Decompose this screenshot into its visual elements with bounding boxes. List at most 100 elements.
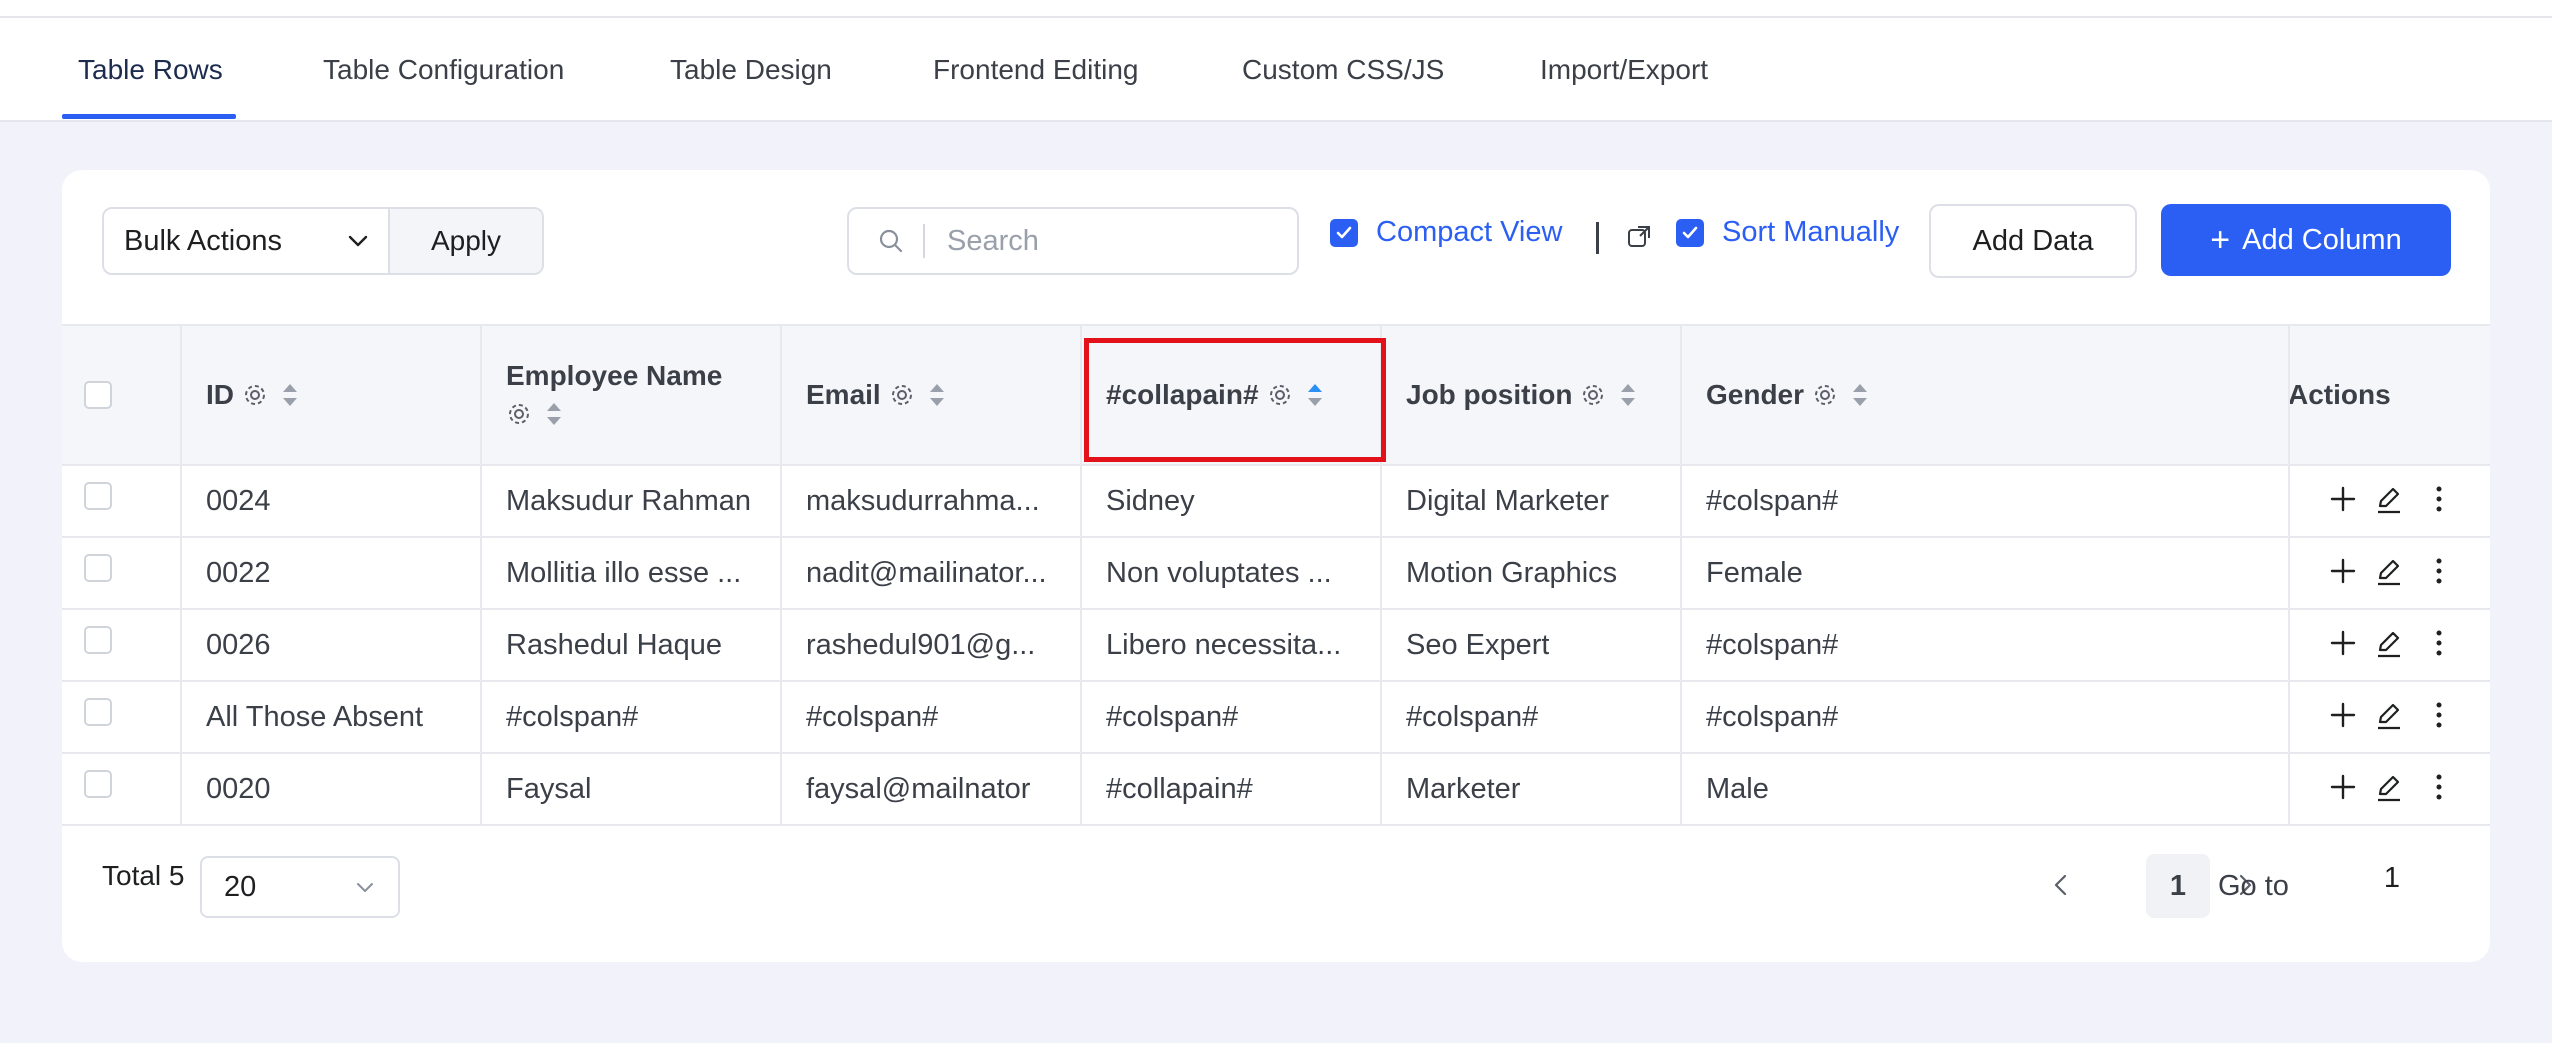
bulk-actions-label: Bulk Actions — [124, 224, 282, 257]
add-row-icon[interactable] — [2326, 698, 2360, 732]
row-checkbox[interactable] — [84, 626, 112, 654]
row-select[interactable] — [84, 538, 112, 608]
add-column-button[interactable]: + Add Column — [2161, 204, 2451, 276]
goto-page-input[interactable]: 1 — [2342, 862, 2442, 895]
table-row: 0026 Rashedul Haque rashedul901@g... Lib… — [62, 610, 2490, 682]
row-checkbox[interactable] — [84, 554, 112, 582]
add-data-button[interactable]: Add Data — [1929, 204, 2137, 278]
cell-email: nadit@mailinator... — [806, 556, 1047, 589]
row-checkbox[interactable] — [84, 698, 112, 726]
edit-icon[interactable] — [2372, 482, 2406, 516]
column-divider — [180, 324, 182, 826]
more-options-icon[interactable] — [2422, 770, 2456, 804]
cell-collapain: Non voluptates ... — [1106, 556, 1332, 589]
search-input[interactable] — [947, 224, 1277, 258]
active-tab-indicator — [62, 114, 236, 119]
tab-table-design[interactable]: Table Design — [670, 18, 832, 122]
gear-icon[interactable] — [506, 401, 532, 427]
gear-icon[interactable] — [1812, 382, 1838, 408]
compact-view-label: Compact View — [1376, 216, 1563, 248]
sort-icon[interactable] — [280, 381, 300, 409]
gear-icon[interactable] — [889, 382, 915, 408]
table-row: 0024 Maksudur Rahman maksudurrahma... Si… — [62, 466, 2490, 538]
cell-employee-name: Mollitia illo esse ... — [506, 556, 742, 589]
header-gender: Gender — [1706, 326, 1870, 464]
bulk-actions-select[interactable]: Bulk Actions — [104, 209, 390, 273]
more-options-icon[interactable] — [2422, 626, 2456, 660]
header-id: ID — [206, 326, 300, 464]
cell-collapain: Sidney — [1106, 484, 1195, 517]
cell-gender: #colspan# — [1706, 700, 1839, 733]
gear-icon[interactable] — [242, 382, 268, 408]
sort-manually-checkbox[interactable] — [1676, 218, 1704, 247]
header-employee-name-controls — [498, 396, 564, 432]
page-size-select[interactable]: 20 — [200, 856, 400, 918]
external-link-icon[interactable] — [1626, 224, 1652, 250]
cell-id: 0024 — [206, 484, 271, 517]
header-employee-name: Employee Name — [506, 358, 722, 394]
cell-employee-name: Rashedul Haque — [506, 628, 723, 661]
more-options-icon[interactable] — [2422, 482, 2456, 516]
goto-label: Go to — [2218, 870, 2289, 902]
cell-job-position: Marketer — [1406, 772, 1521, 805]
column-divider — [2288, 324, 2290, 826]
add-row-icon[interactable] — [2326, 626, 2360, 660]
edit-icon[interactable] — [2372, 626, 2406, 660]
column-divider — [1680, 324, 1682, 826]
sort-icon[interactable] — [1618, 381, 1638, 409]
sort-icon[interactable] — [544, 400, 564, 428]
row-select[interactable] — [84, 466, 112, 536]
cell-email: rashedul901@g... — [806, 628, 1036, 661]
edit-icon[interactable] — [2372, 554, 2406, 588]
tab-table-rows[interactable]: Table Rows — [78, 18, 223, 122]
header-id-label: ID — [206, 379, 234, 410]
chevron-down-icon — [357, 883, 373, 892]
cell-employee-name: Maksudur Rahman — [506, 484, 751, 517]
apply-button[interactable]: Apply — [390, 209, 542, 273]
column-divider — [780, 324, 782, 826]
compact-view-checkbox[interactable] — [1330, 218, 1358, 247]
cell-id: 0022 — [206, 556, 271, 589]
more-options-icon[interactable] — [2422, 698, 2456, 732]
tab-import-export[interactable]: Import/Export — [1540, 18, 1708, 122]
add-row-icon[interactable] — [2326, 554, 2360, 588]
tab-frontend-editing[interactable]: Frontend Editing — [933, 18, 1138, 122]
compact-view-toggle[interactable]: Compact View — [1330, 216, 1562, 249]
row-checkbox[interactable] — [84, 482, 112, 510]
add-row-icon[interactable] — [2326, 482, 2360, 516]
cell-employee-name: Faysal — [506, 772, 592, 805]
column-divider — [480, 324, 482, 826]
search-icon — [879, 229, 903, 253]
edit-icon[interactable] — [2372, 770, 2406, 804]
sort-icon[interactable] — [927, 381, 947, 409]
select-all-checkbox[interactable] — [84, 381, 112, 409]
row-select[interactable] — [84, 610, 112, 680]
more-options-icon[interactable] — [2422, 554, 2456, 588]
row-select[interactable] — [84, 682, 112, 752]
header-select-all[interactable] — [84, 326, 112, 464]
page-size-value: 20 — [224, 870, 257, 903]
check-icon — [1682, 226, 1698, 238]
row-select[interactable] — [84, 754, 112, 824]
header-employee-name-label: Employee Name — [506, 360, 723, 391]
page-1-button[interactable]: 1 — [2146, 854, 2210, 918]
cell-employee-name: #colspan# — [506, 700, 639, 733]
add-row-icon[interactable] — [2326, 770, 2360, 804]
edit-icon[interactable] — [2372, 698, 2406, 732]
sort-icon[interactable] — [1850, 381, 1870, 409]
tab-table-configuration[interactable]: Table Configuration — [323, 18, 564, 122]
cell-id: 0020 — [206, 772, 271, 805]
tab-custom-css-js[interactable]: Custom CSS/JS — [1242, 18, 1444, 122]
header-email: Email — [806, 326, 947, 464]
plus-icon: + — [2210, 221, 2231, 259]
header-job-position-label: Job position — [1406, 379, 1573, 410]
gear-icon[interactable] — [1580, 382, 1606, 408]
chevron-down-icon — [348, 235, 368, 247]
sort-manually-toggle[interactable]: Sort Manually — [1676, 216, 1899, 249]
cell-id: All Those Absent — [206, 700, 424, 733]
cell-gender: #colspan# — [1706, 484, 1839, 517]
row-checkbox[interactable] — [84, 770, 112, 798]
chevron-left-icon[interactable] — [2046, 870, 2076, 900]
column-divider — [1080, 324, 1082, 826]
cell-gender: Female — [1706, 556, 1803, 589]
